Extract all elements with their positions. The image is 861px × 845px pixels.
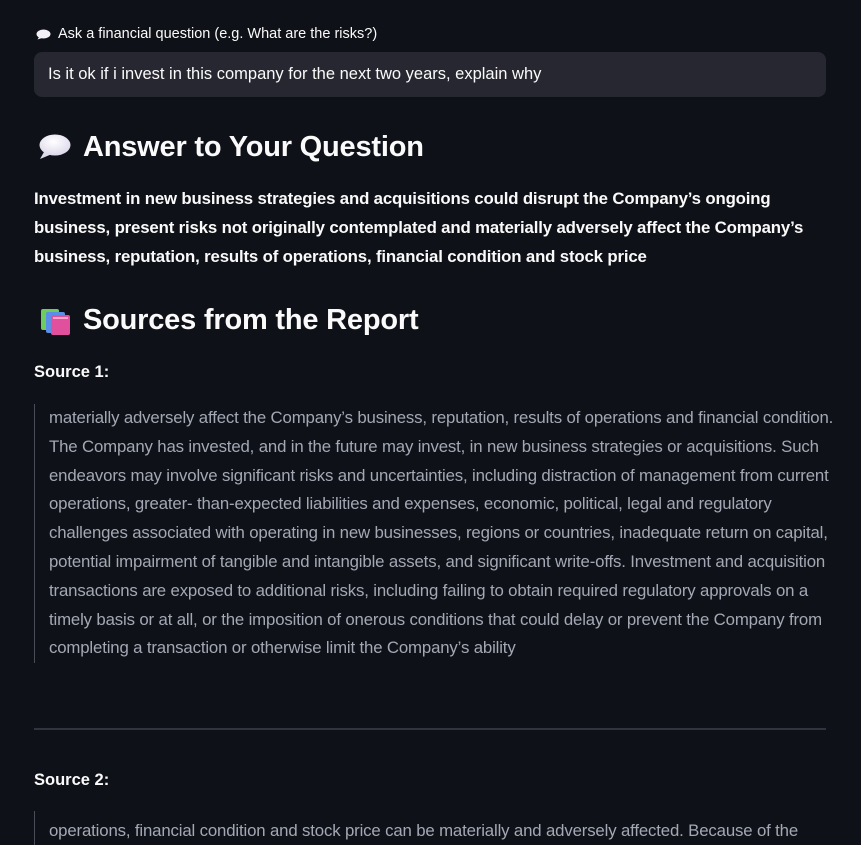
main-content: Ask a financial question (e.g. What are … [0,0,861,845]
sources-heading-text: Sources from the Report [83,304,419,336]
question-input-label-text: Ask a financial question (e.g. What are … [58,26,378,42]
speech-balloon-icon [39,134,71,159]
books-icon [41,308,70,335]
question-input[interactable]: Is it ok if i invest in this company for… [34,52,826,97]
source-1-label: Source 1: [34,363,110,381]
source-1-quote: materially adversely affect the Company’… [34,404,834,664]
divider [34,728,826,730]
question-input-label: Ask a financial question (e.g. What are … [36,24,377,44]
answer-heading-text: Answer to Your Question [83,131,424,163]
answer-text: Investment in new business strategies an… [34,189,804,266]
source-2-label: Source 2: [34,771,110,789]
question-input-value[interactable]: Is it ok if i invest in this company for… [48,65,541,84]
sources-heading: Sources from the Report [38,300,419,340]
source-2-quote: operations, financial condition and stoc… [34,811,834,845]
answer-heading: Answer to Your Question [38,127,424,167]
source-1-text: materially adversely affect the Company’… [49,408,834,658]
speech-balloon-icon [36,29,51,39]
source-2-text: operations, financial condition and stoc… [49,821,799,840]
